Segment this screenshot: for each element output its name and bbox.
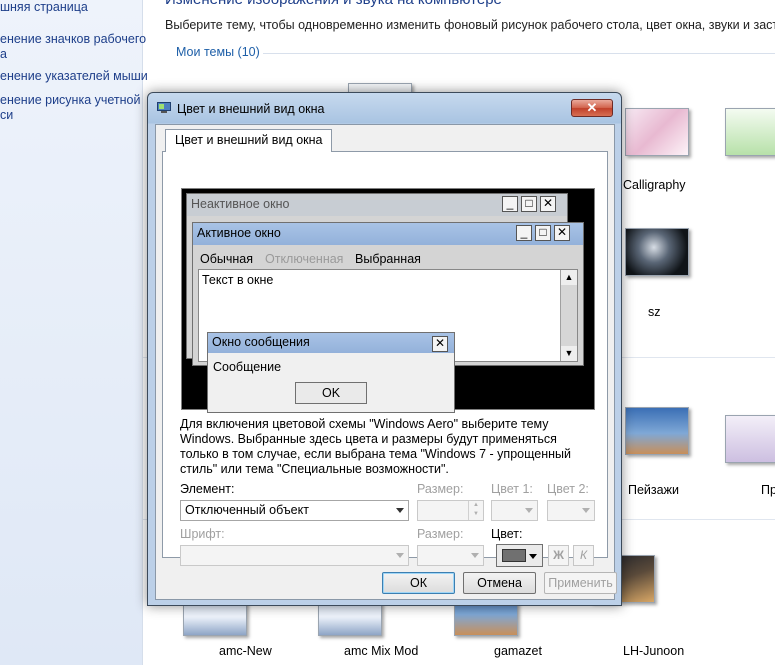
italic-button[interactable]: К [573,545,594,566]
theme-label-peizazhi[interactable]: Пейзажи [628,483,679,497]
theme-label-pr[interactable]: Пр [761,483,775,497]
appearance-preview[interactable]: Неактивное окно _ □ ✕ Активное окно _ □ … [181,188,595,413]
info-text: Для включения цветовой схемы "Windows Ae… [180,417,571,476]
bold-button[interactable]: Ж [548,545,569,566]
theme-label-gamazet[interactable]: gamazet [494,644,542,658]
chevron-down-icon [529,554,537,559]
monitor-icon [157,102,171,113]
element-select-value: Отключенный объект [185,503,309,517]
apply-button[interactable]: Применить [544,572,617,594]
page-description: Выберите тему, чтобы одновременно измени… [165,18,775,32]
element-label: Элемент: [180,482,235,496]
ok-button[interactable]: ОК [382,572,455,594]
color2-label: Цвет 2: [547,482,589,496]
left-link-account-picture[interactable]: енение рисунка учетной [0,93,141,108]
chevron-down-icon [396,508,404,513]
preview-desktop: Неактивное окно _ □ ✕ Активное окно _ □ … [184,191,592,413]
close-icon: ✕ [554,225,570,241]
color1-picker[interactable] [491,500,538,521]
element-select[interactable]: Отключенный объект [180,500,409,521]
font-size-select[interactable] [417,545,484,566]
my-themes-group-label[interactable]: Мои темы (10) [176,45,260,59]
close-icon: ✕ [540,196,556,212]
theme-label-amc-mix-mod[interactable]: amc Mix Mod [344,644,418,658]
menu-item-normal: Обычная [200,252,254,266]
window-text: Текст в окне [202,273,274,287]
color-swatch [502,549,526,562]
message-ok-button: OK [295,382,367,404]
close-button[interactable]: ✕ [571,99,613,117]
preview-message-box: Окно сообщения ✕ Сообщение OK [207,332,455,413]
left-link-home[interactable]: шняя страница [0,0,88,15]
minimize-icon: _ [502,196,518,212]
maximize-icon: □ [521,196,537,212]
page-title: Изменение изображения и звука на компьют… [165,0,502,8]
dialog-title: Цвет и внешний вид окна [177,102,325,116]
size-label: Размер: [417,482,464,496]
theme-thumbnail-peizazhi[interactable] [625,407,689,455]
theme-thumbnail[interactable] [725,108,775,156]
tab-window-color[interactable]: Цвет и внешний вид окна [165,129,333,152]
scroll-down-icon: ▼ [561,346,577,361]
color-label: Цвет: [491,527,523,541]
theme-label-lh-junoon[interactable]: LH-Junoon [623,644,684,658]
chevron-down-icon [396,553,404,558]
scroll-up-icon: ▲ [561,270,577,285]
spin-buttons: ▲ ▼ [468,501,483,520]
color1-label: Цвет 1: [491,482,533,496]
left-link-account-picture-cont[interactable]: си [0,108,13,123]
chevron-down-icon [525,508,533,513]
chevron-down-icon [471,553,479,558]
window-color-dialog: Цвет и внешний вид окна ✕ Цвет и внешний… [147,92,622,606]
font-select[interactable] [180,545,409,566]
theme-label-amc-new[interactable]: amc-New [219,644,272,658]
menu-item-selected: Выбранная [355,252,421,266]
close-icon: ✕ [432,336,448,352]
theme-thumbnail-pr[interactable] [725,415,775,463]
dialog-client: Цвет и внешний вид окна Неактивное окно … [155,124,617,600]
minimize-icon: _ [516,225,532,241]
message-text: Сообщение [213,360,282,374]
group-divider [263,53,775,54]
theme-thumbnail-calligraphy[interactable] [625,108,689,156]
chevron-down-icon [582,508,590,513]
cancel-button[interactable]: Отмена [463,572,536,594]
preview-scrollbar: ▲ ▼ [560,270,577,361]
theme-thumbnail-sz[interactable] [625,228,689,276]
size-stepper[interactable]: ▲ ▼ [417,500,484,521]
maximize-icon: □ [535,225,551,241]
tab-panel: Неактивное окно _ □ ✕ Активное окно _ □ … [162,151,608,567]
message-box-title: Окно сообщения [208,333,454,353]
theme-label-sz[interactable]: sz [648,305,661,319]
font-color-picker[interactable] [496,544,543,567]
left-link-desktop-icons-cont[interactable]: а [0,47,7,62]
left-link-mouse-pointers[interactable]: енение указателей мыши [0,69,148,84]
menu-item-disabled: Отключенная [265,252,344,266]
color2-picker[interactable] [547,500,595,521]
left-task-pane: шняя страница енение значков рабочего а … [0,0,148,665]
left-link-desktop-icons[interactable]: енение значков рабочего [0,32,146,47]
theme-label-calligraphy[interactable]: Calligraphy [623,178,686,192]
font-label: Шрифт: [180,527,225,541]
font-size-label: Размер: [417,527,464,541]
